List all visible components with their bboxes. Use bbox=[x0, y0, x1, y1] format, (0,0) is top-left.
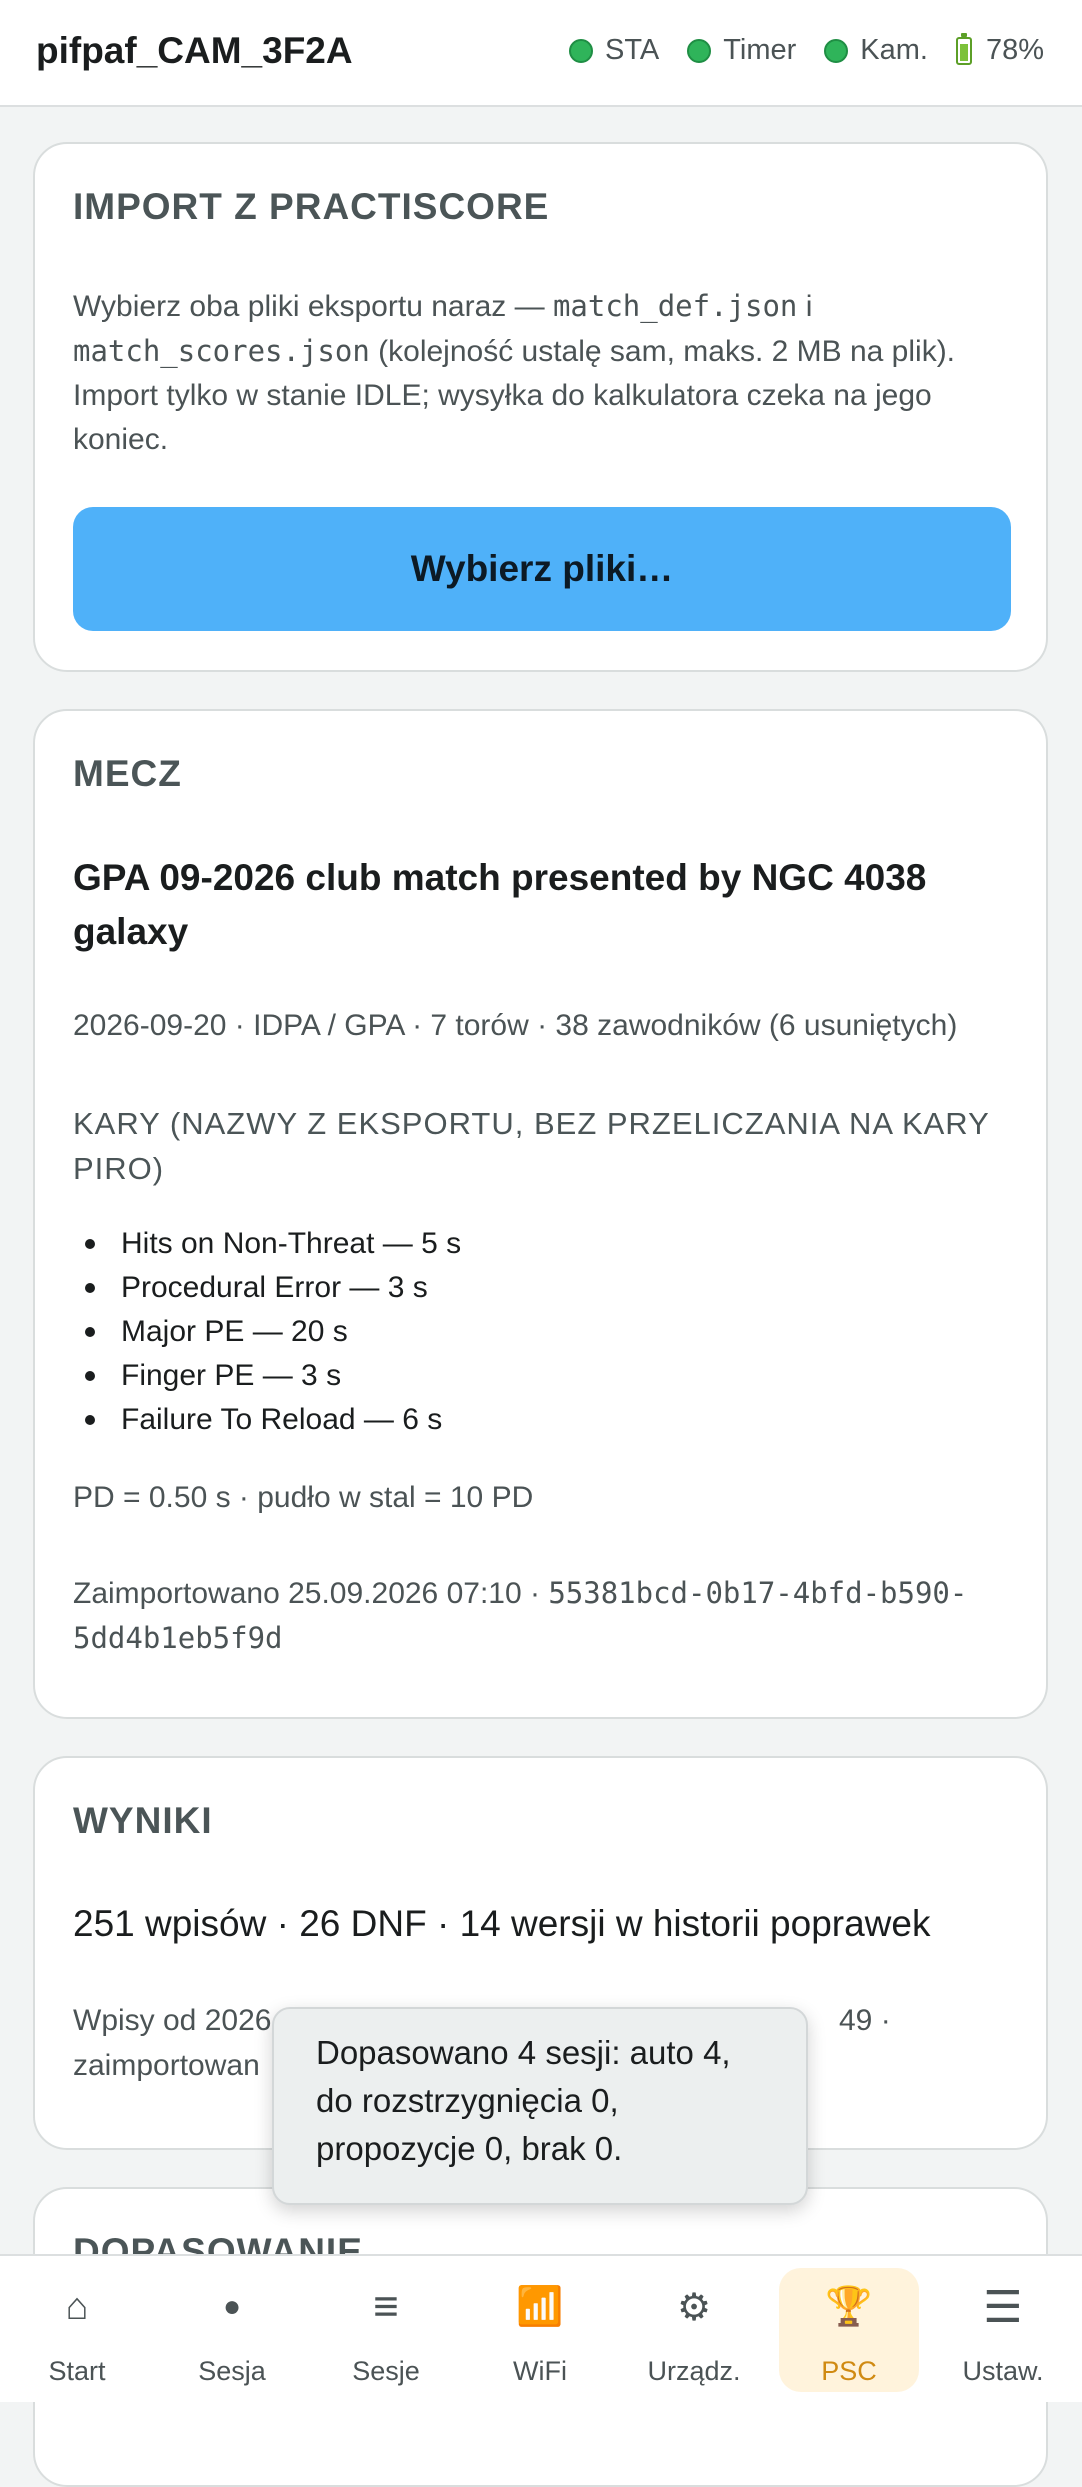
battery-icon bbox=[955, 32, 972, 65]
device-title: pifpaf_CAM_3F2A bbox=[36, 30, 353, 71]
nav-label: Urządz. bbox=[647, 2356, 741, 2386]
nav-label: Sesja bbox=[198, 2356, 266, 2386]
match-title: GPA 09-2026 club match presented by NGC … bbox=[73, 857, 927, 952]
toast-line: propozycje 0, brak 0. bbox=[316, 2130, 623, 2167]
list-item: Hits on Non-Threat — 5 s bbox=[73, 1222, 461, 1266]
import-card: IMPORT Z PRACTISCORE Wybierz oba pliki e… bbox=[33, 142, 1048, 672]
list-item: Major PE — 20 s bbox=[73, 1310, 461, 1354]
nav-label: Start bbox=[48, 2356, 106, 2386]
nav-label: PSC bbox=[821, 2356, 877, 2386]
match-heading: MECZ bbox=[73, 753, 182, 794]
choose-files-button[interactable]: Wybierz pliki… bbox=[73, 507, 1011, 631]
battery-status: 78% bbox=[955, 32, 1044, 67]
results-heading: WYNIKI bbox=[73, 1800, 213, 1841]
status-sta-label: STA bbox=[604, 34, 660, 66]
toast-notification: Dopasowano 4 sesji: auto 4, do rozstrzyg… bbox=[272, 2007, 808, 2205]
status-dot-icon bbox=[687, 38, 712, 63]
file-name-def: match_def.json bbox=[552, 289, 798, 323]
nav-label: Ustaw. bbox=[962, 2356, 1044, 2386]
penalties-heading: KARY (NAZWY Z EKSPORTU, BEZ PRZELICZANIA… bbox=[73, 1106, 990, 1186]
nav-label: Sesje bbox=[352, 2356, 420, 2386]
nav-item-psc[interactable]: 🏆 PSC bbox=[779, 2268, 919, 2392]
nav-item-start[interactable]: ⌂ Start bbox=[7, 2268, 147, 2392]
status-indicators: STA Timer Kam. 78% bbox=[541, 32, 1044, 67]
list-item: Finger PE — 3 s bbox=[73, 1354, 461, 1398]
import-heading: IMPORT Z PRACTISCORE bbox=[73, 186, 550, 227]
penalty-label: Major PE — 20 s bbox=[121, 1315, 348, 1348]
import-text-2: i bbox=[797, 290, 813, 323]
penalty-label: Hits on Non-Threat — 5 s bbox=[121, 1227, 462, 1260]
nav-item-devices[interactable]: ⚙ Urządz. bbox=[624, 2268, 764, 2392]
pd-info: PD = 0.50 s · pudło w stal = 10 PD bbox=[73, 1481, 534, 1514]
toast-line: Dopasowano 4 sesji: auto 4, bbox=[316, 2034, 731, 2071]
bullet-icon bbox=[85, 1371, 95, 1381]
wifi-icon: 📶 bbox=[516, 2286, 564, 2328]
bullet-icon bbox=[85, 1327, 95, 1337]
penalty-label: Failure To Reload — 6 s bbox=[121, 1403, 443, 1436]
bullet-icon bbox=[85, 1239, 95, 1249]
gear-icon: ⚙ bbox=[676, 2286, 712, 2329]
match-meta: 2026-09-20 · IDPA / GPA · 7 torów · 38 z… bbox=[73, 1009, 958, 1042]
status-sta: STA bbox=[568, 34, 660, 67]
battery-level: 78% bbox=[985, 34, 1044, 66]
file-name-scores: match_scores.json bbox=[73, 334, 370, 368]
menu-icon: ☰ bbox=[983, 2282, 1023, 2332]
trophy-icon: 🏆 bbox=[825, 2286, 873, 2328]
match-card: MECZ GPA 09-2026 club match presented by… bbox=[33, 709, 1048, 1719]
bottom-nav: ⌂ Start ● Sesja ≡ Sesje 📶 WiFi ⚙ Urządz.… bbox=[0, 2254, 1082, 2402]
status-timer-label: Timer bbox=[723, 34, 797, 66]
toast-line: do rozstrzygnięcia 0, bbox=[316, 2082, 619, 2119]
list-icon: ≡ bbox=[373, 2282, 399, 2331]
nav-label: WiFi bbox=[513, 2356, 567, 2386]
results-detail-3: zaimportowan bbox=[73, 2049, 260, 2082]
results-detail-2: 49 · bbox=[839, 2004, 891, 2037]
status-dot-icon bbox=[824, 38, 849, 63]
penalty-label: Finger PE — 3 s bbox=[121, 1359, 342, 1392]
top-bar: pifpaf_CAM_3F2A STA Timer Kam. 78% bbox=[0, 0, 1082, 107]
status-camera-label: Kam. bbox=[860, 34, 928, 66]
nav-item-sessions[interactable]: ≡ Sesje bbox=[316, 2268, 456, 2392]
import-text-1: Wybierz oba pliki eksportu naraz — bbox=[73, 290, 553, 323]
status-dot-icon bbox=[568, 38, 593, 63]
bullet-icon bbox=[85, 1415, 95, 1425]
nav-item-settings[interactable]: ☰ Ustaw. bbox=[933, 2268, 1073, 2392]
nav-item-session[interactable]: ● Sesja bbox=[162, 2268, 302, 2392]
bullet-icon bbox=[85, 1283, 95, 1293]
list-item: Failure To Reload — 6 s bbox=[73, 1398, 461, 1442]
status-camera: Kam. bbox=[824, 34, 928, 67]
status-timer: Timer bbox=[687, 34, 796, 67]
import-info: Zaimportowano 25.09.2026 07:10 · 55381bc… bbox=[73, 1571, 986, 1661]
import-date: Zaimportowano 25.09.2026 07:10 · bbox=[73, 1577, 549, 1610]
home-icon: ⌂ bbox=[65, 2285, 89, 2328]
results-summary: 251 wpisów · 26 DNF · 14 wersji w histor… bbox=[73, 1903, 931, 1944]
penalties-list: Hits on Non-Threat — 5 s Procedural Erro… bbox=[73, 1222, 461, 1442]
import-description: Wybierz oba pliki eksportu naraz — match… bbox=[73, 284, 1010, 462]
record-dot-icon: ● bbox=[222, 2290, 242, 2323]
penalty-label: Procedural Error — 3 s bbox=[121, 1271, 428, 1304]
list-item: Procedural Error — 3 s bbox=[73, 1266, 461, 1310]
results-detail-1: Wpisy od 2026 bbox=[73, 2004, 272, 2037]
nav-item-wifi[interactable]: 📶 WiFi bbox=[470, 2268, 610, 2392]
